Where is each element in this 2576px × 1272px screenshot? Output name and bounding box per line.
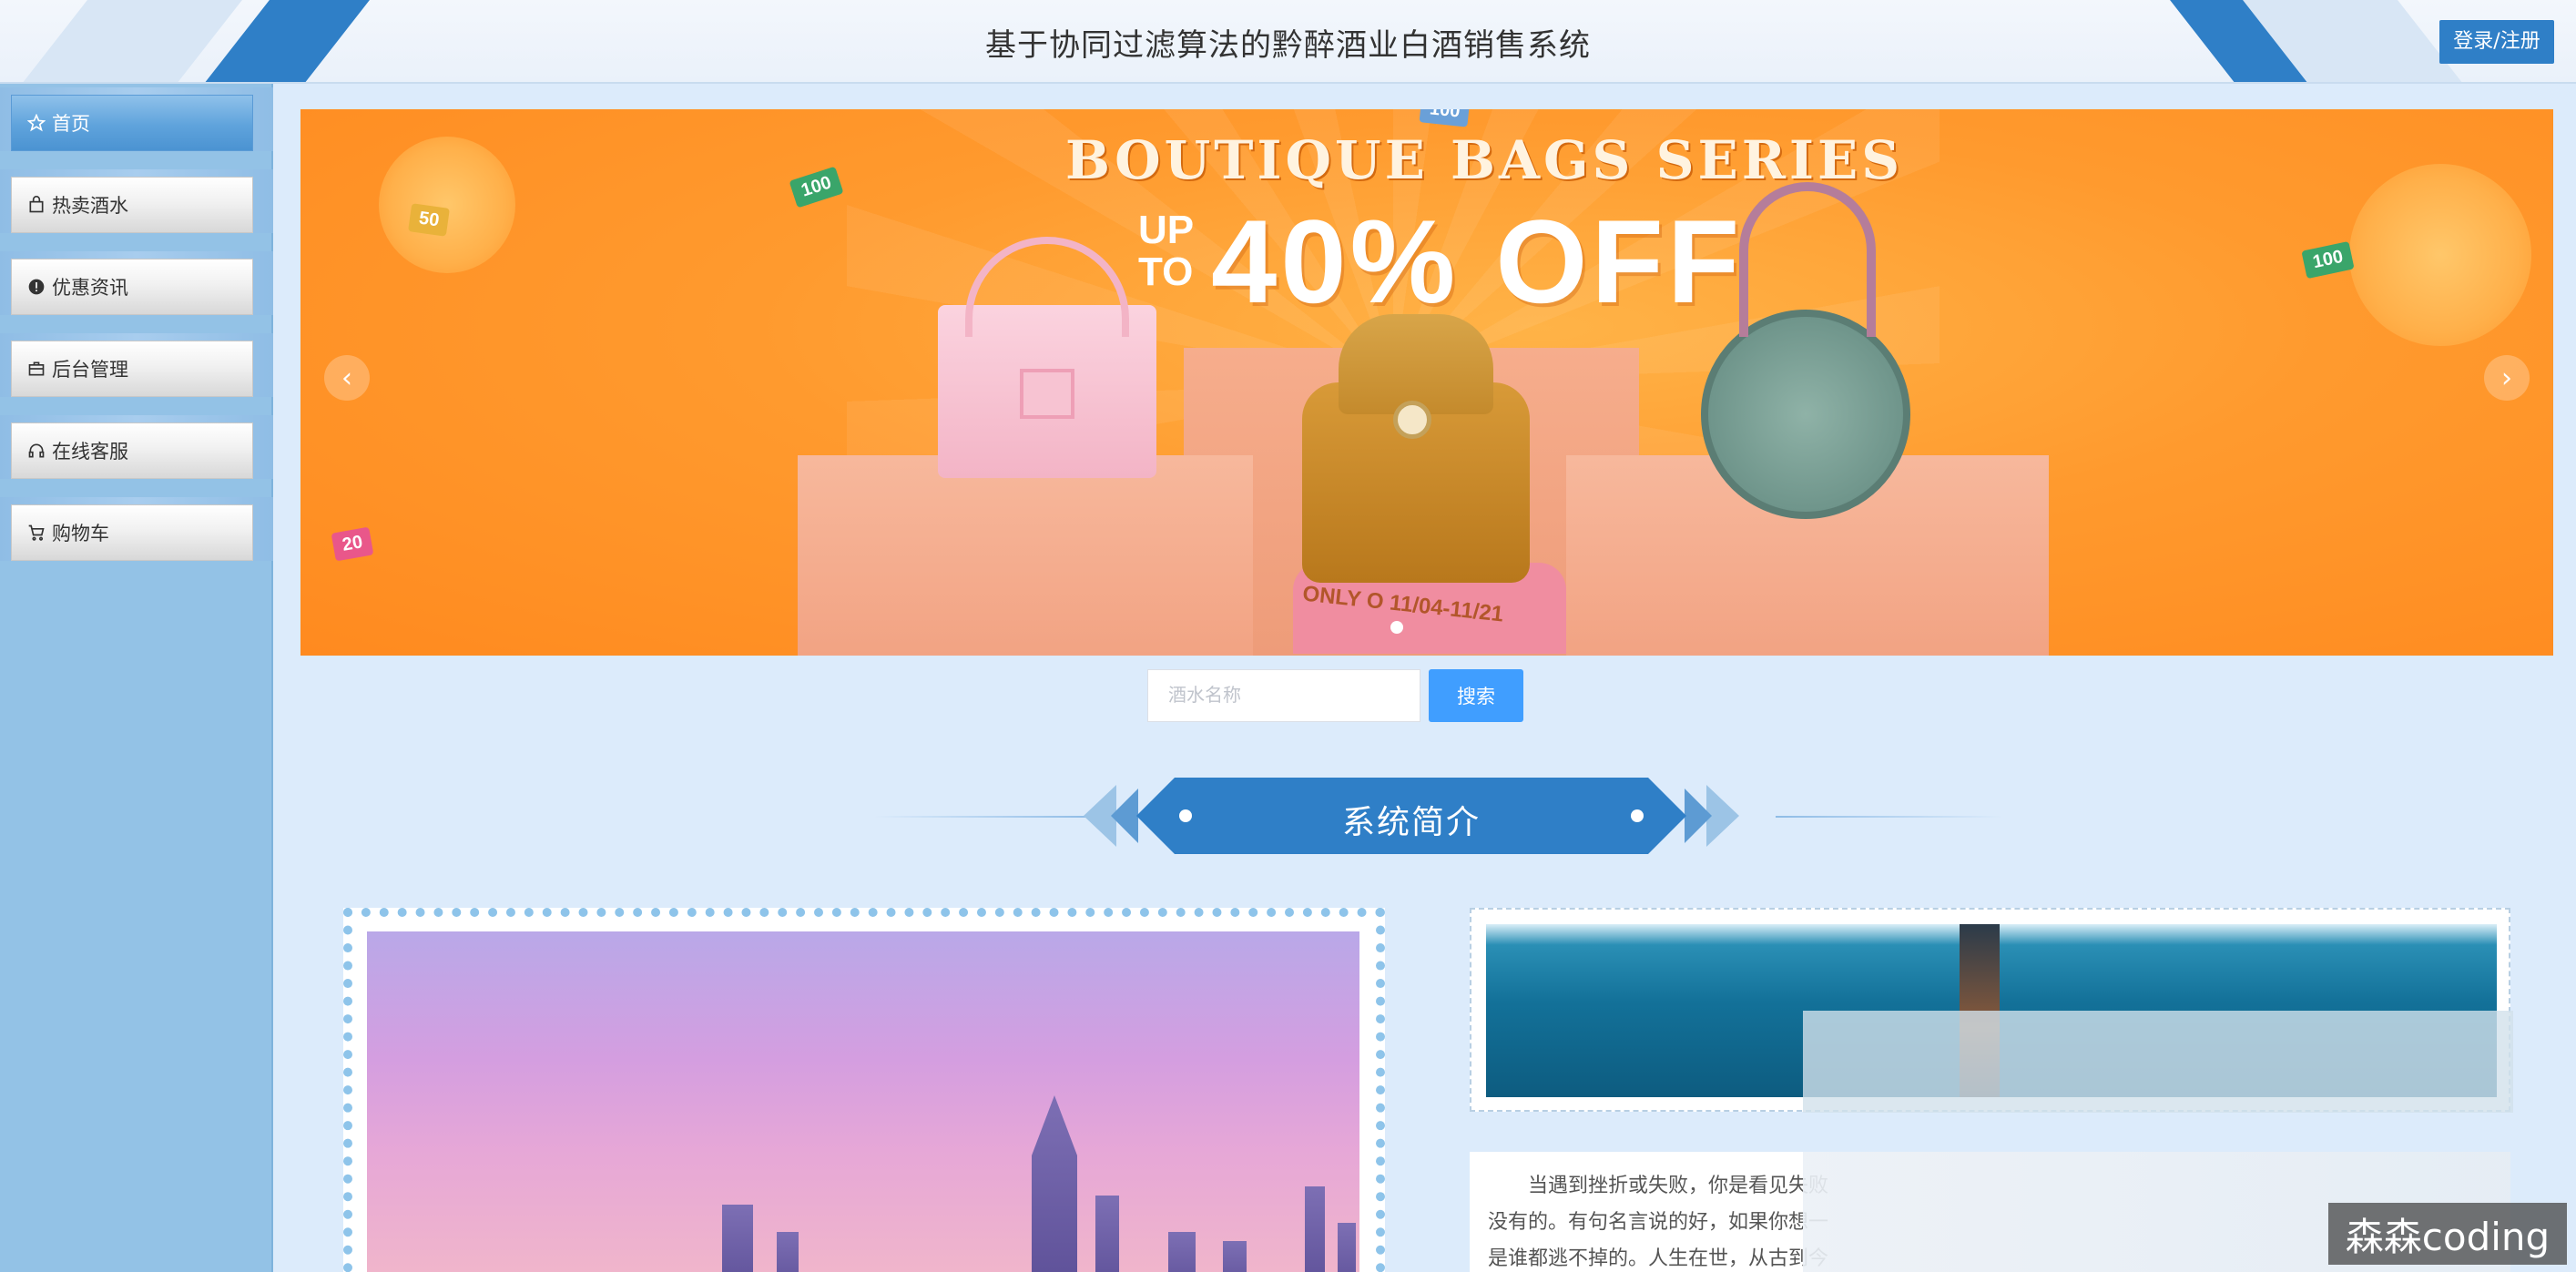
yellow-bucket-bag-top (1339, 314, 1493, 414)
yellow-bucket-bag-button (1393, 401, 1431, 439)
round-bag-image (1701, 310, 1910, 519)
building-shape (1305, 1186, 1325, 1272)
building-shape (1095, 1196, 1119, 1272)
carousel-indicator-dot[interactable] (1390, 621, 1403, 634)
banner-offer: 40% OFF (1211, 195, 1744, 328)
blurred-overlay (1803, 1011, 2513, 1113)
carousel-prev-arrow-icon[interactable]: ‹ (324, 355, 370, 401)
banner-podium (798, 455, 1253, 656)
banner-confetti: 100 (2301, 240, 2356, 280)
building-shape (722, 1205, 753, 1272)
banner-headline: BOUTIQUE BAGS SERIES (1065, 129, 1904, 191)
liquor-name-search-input[interactable] (1147, 669, 1420, 722)
sidebar-item-label: 热卖酒水 (52, 195, 128, 217)
banner-carousel[interactable]: 100 50 100 20 100 BOUTIQUE BAGS SERIES U… (300, 109, 2553, 656)
sidebar-item-admin[interactable]: 后台管理 (11, 341, 253, 397)
sidebar-item-home[interactable]: 首页 (11, 95, 253, 151)
city-skyline-image (367, 931, 1359, 1272)
sidebar-item-label: 在线客服 (52, 441, 128, 463)
sidebar-item-customer-service[interactable]: 在线客服 (11, 422, 253, 479)
carousel-next-arrow-icon[interactable]: › (2484, 355, 2530, 401)
login-register-button[interactable]: 登录/注册 (2439, 20, 2554, 64)
search-button[interactable]: 搜索 (1429, 669, 1523, 722)
banner-sun-decor (2349, 164, 2531, 346)
sidebar-item-promotions[interactable]: 优惠资讯 (11, 259, 253, 315)
star-icon (26, 113, 46, 133)
cart-icon (26, 523, 46, 543)
top-header: 基于协同过滤算法的黔醉酒业白酒销售系统 登录/注册 (0, 0, 2576, 84)
banner-confetti: 20 (331, 526, 374, 562)
banner-up-to: UP TO (1138, 209, 1194, 293)
building-shape (1223, 1241, 1247, 1272)
headset-icon (26, 441, 46, 461)
sidebar-item-label: 首页 (52, 113, 90, 135)
pink-handbag-clasp (1020, 369, 1074, 419)
round-bag-scarf-handle (1739, 182, 1876, 337)
section-title-ribbon: 系统简介 (1084, 778, 1739, 854)
sidebar-item-label: 优惠资讯 (52, 277, 128, 299)
watermark: 森森coding (2328, 1203, 2567, 1265)
banner-confetti: 100 (789, 166, 844, 209)
page-title: 基于协同过滤算法的黔醉酒业白酒销售系统 (985, 27, 1591, 64)
building-shape (777, 1232, 799, 1272)
info-circle-icon (26, 277, 46, 297)
section-title: 系统简介 (1341, 804, 1481, 841)
section-divider-line (1776, 816, 2003, 818)
section-divider-line (874, 816, 1093, 818)
building-shape (1338, 1223, 1356, 1272)
sidebar-item-cart[interactable]: 购物车 (11, 504, 253, 561)
sidebar-item-hot-liquor[interactable]: 热卖酒水 (11, 177, 253, 233)
briefcase-icon (26, 359, 46, 379)
banner-sun-decor (379, 137, 515, 273)
sidebar: 首页 热卖酒水 优惠资讯 后台管理 在线客服 购物车 (0, 84, 273, 1272)
building-shape (1168, 1232, 1196, 1272)
shopping-bag-icon (26, 195, 46, 215)
building-shape (1032, 1095, 1077, 1272)
sidebar-item-label: 后台管理 (52, 359, 128, 381)
banner-confetti: 50 (408, 203, 451, 237)
banner-up-to-text: UP TO (1138, 208, 1195, 294)
sidebar-item-label: 购物车 (52, 523, 109, 544)
